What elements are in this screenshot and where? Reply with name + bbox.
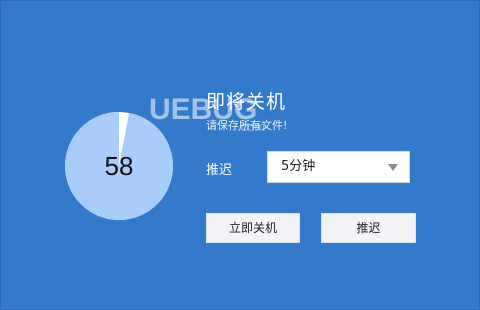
dialog-title: 即将关机	[206, 91, 287, 113]
delay-label: 推迟	[206, 163, 233, 178]
chevron-down-icon[interactable]	[388, 164, 398, 171]
delay-duration-value: 5分钟	[281, 159, 316, 174]
delay-duration-select[interactable]: 5分钟	[267, 151, 410, 183]
shutdown-dialog: 58 UEBUG .com 即将关机 请保存所有文件! 推迟 5分钟 立即关机 …	[0, 0, 480, 310]
delay-button[interactable]: 推迟	[321, 213, 416, 243]
countdown-seconds: 58	[104, 151, 134, 181]
shutdown-now-button[interactable]: 立即关机	[206, 213, 300, 243]
countdown-pie: 58	[65, 112, 173, 220]
dialog-subtitle: 请保存所有文件!	[206, 119, 288, 132]
